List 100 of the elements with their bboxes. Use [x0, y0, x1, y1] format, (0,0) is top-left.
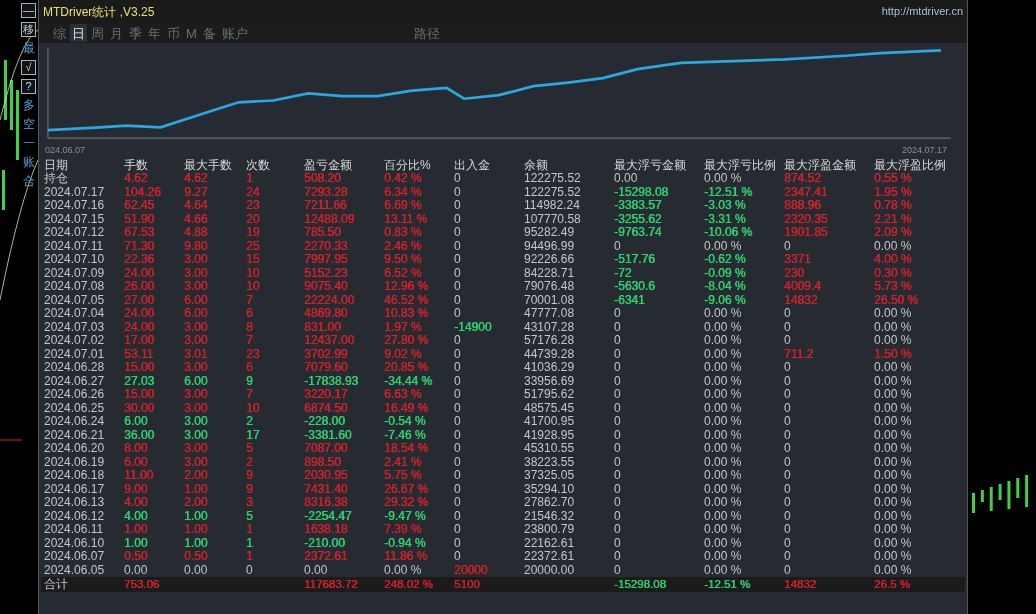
table-cell-text: 888.96: [784, 199, 822, 213]
table-cell-text: -3381.60: [304, 428, 353, 442]
table-cell-text: 2024.07.16: [44, 199, 106, 213]
table-cell-text: 0: [454, 293, 462, 307]
side-button[interactable]: ?: [21, 79, 36, 94]
table-cell-text: 26.50 %: [874, 293, 920, 307]
table-cell-text: 8316.38: [304, 496, 349, 510]
table-cell-text: 0: [784, 307, 792, 321]
side-button[interactable]: —: [21, 3, 36, 18]
table-cell-text: 1.00: [124, 536, 149, 550]
table-cell-text: -3255.62: [614, 212, 663, 226]
website-link[interactable]: http://mtdriver.cn: [881, 3, 963, 20]
side-button[interactable]: 账: [21, 155, 36, 170]
table-cell-text: 0.00 %: [704, 388, 743, 402]
table-cell-text: 0: [614, 307, 622, 321]
table-cell-text: 2024.07.05: [44, 293, 106, 307]
table-cell-text: 6874.50: [304, 401, 349, 415]
table-cell-text: 2024.06.12: [44, 509, 106, 523]
table-cell-text: 0.00 %: [874, 442, 913, 456]
table-cell-text: 41700.95: [524, 415, 576, 429]
table-cell-text: 0: [454, 226, 462, 240]
table-cell-text: -10.06 %: [704, 226, 754, 240]
table-cell-text: 2024.07.03: [44, 320, 106, 334]
table-cell-text: 18.54 %: [384, 442, 430, 456]
table-cell-text: 2320.35: [784, 212, 829, 226]
table-cell-text: 0: [614, 442, 622, 456]
table-cell-text: 0.00 %: [874, 523, 913, 537]
side-button[interactable]: 合: [21, 174, 36, 189]
table-cell-text: 35294.10: [524, 482, 576, 496]
table-cell-text: 19: [246, 226, 261, 240]
side-button[interactable]: 多: [21, 98, 36, 113]
table-cell-text: 9.27: [184, 185, 209, 199]
table-cell-text: 26.00: [124, 280, 156, 294]
table-cell-text: 0.00 %: [704, 523, 743, 537]
table-cell-text: -0.94 %: [384, 536, 427, 550]
table-cell-text: 7: [246, 388, 254, 402]
table-cell-text: 5: [246, 509, 254, 523]
column-header: 最大手数: [184, 158, 233, 172]
table-cell-text: 0.00 %: [874, 388, 913, 402]
table-cell-text: 0.00 %: [874, 482, 913, 496]
side-button[interactable]: 最: [21, 41, 36, 56]
table-cell-text: -15298.08: [614, 185, 670, 199]
table-cell-text: 持仓: [44, 172, 69, 186]
table-cell-text: 14832: [784, 577, 817, 592]
table-cell-text: 2024.06.21: [44, 428, 106, 442]
table-cell-text: 0.00 %: [704, 496, 743, 510]
table-cell-text: 7: [246, 334, 254, 348]
table-cell-text: 70001.08: [524, 293, 576, 307]
table-cell-text: 1.50 %: [874, 347, 913, 361]
table-cell-text: 2024.07.09: [44, 266, 106, 280]
table-cell-text: 4.62: [124, 172, 149, 186]
table-cell-text: 44739.28: [524, 347, 576, 361]
table-cell-text: 5.75 %: [384, 469, 423, 483]
table-cell-text: 2024.06.19: [44, 455, 106, 469]
table-cell-text: 4.00 %: [874, 253, 913, 267]
table-cell-text: 9075.40: [304, 280, 349, 294]
table-cell-text: 6.00: [184, 293, 209, 307]
table-cell-text: 3.00: [184, 361, 209, 375]
side-button[interactable]: 移: [21, 22, 36, 37]
table-cell-text: 15: [246, 253, 261, 267]
table-cell-text: 9.00: [124, 482, 149, 496]
table-cell-text: 2024.07.02: [44, 334, 106, 348]
table-cell-text: 2.00: [184, 469, 209, 483]
table-cell-text: 29.32 %: [384, 496, 430, 510]
table-cell-text: 0: [454, 482, 462, 496]
table-cell-text: 0: [614, 455, 622, 469]
table-cell-text: 2024.06.28: [44, 361, 106, 375]
table-cell-text: 0.00 %: [874, 374, 913, 388]
table-cell-text: 27.03: [124, 374, 156, 388]
side-button[interactable]: 空: [21, 117, 36, 132]
table-cell-text: 0: [454, 199, 462, 213]
table-cell-text: 3.00: [184, 266, 209, 280]
table-cell-text: 3371: [784, 253, 812, 267]
table-cell-text: 3.00: [184, 401, 209, 415]
table-cell-text: 20.85 %: [384, 361, 430, 375]
table-cell-text: 22.36: [124, 253, 156, 267]
table-cell-text: 9: [246, 469, 254, 483]
side-button[interactable]: 一: [21, 136, 36, 151]
table-cell-text: 0: [614, 523, 622, 537]
table-cell-text: 7079.60: [304, 361, 349, 375]
table-cell-text: 2.46 %: [384, 239, 423, 253]
table-cell-text: -0.09 %: [704, 266, 747, 280]
table-cell-text: 4.66: [184, 212, 209, 226]
table-cell-text: 0: [784, 428, 792, 442]
tab[interactable]: 日: [70, 24, 87, 42]
table-cell-text: 0.00 %: [874, 469, 913, 483]
table-cell-text: 0: [614, 320, 622, 334]
table-cell-text: 0.00 %: [704, 334, 743, 348]
table-cell-text: 0.00 %: [874, 320, 913, 334]
table-cell-text: 6.00: [184, 307, 209, 321]
table-cell-text: 4009.4: [784, 280, 822, 294]
table-cell-text: 10: [246, 280, 261, 294]
table-cell-text: 4.00: [124, 509, 149, 523]
table-cell-text: 107770.58: [524, 212, 582, 226]
table-cell-text: 0.00 %: [874, 428, 913, 442]
table-cell-text: -3.03 %: [704, 199, 747, 213]
table-cell-text: -5630.6: [614, 280, 656, 294]
side-button[interactable]: √: [21, 60, 36, 75]
table-cell-text: -72: [614, 266, 633, 280]
table-cell-text: 753.06: [124, 577, 161, 592]
